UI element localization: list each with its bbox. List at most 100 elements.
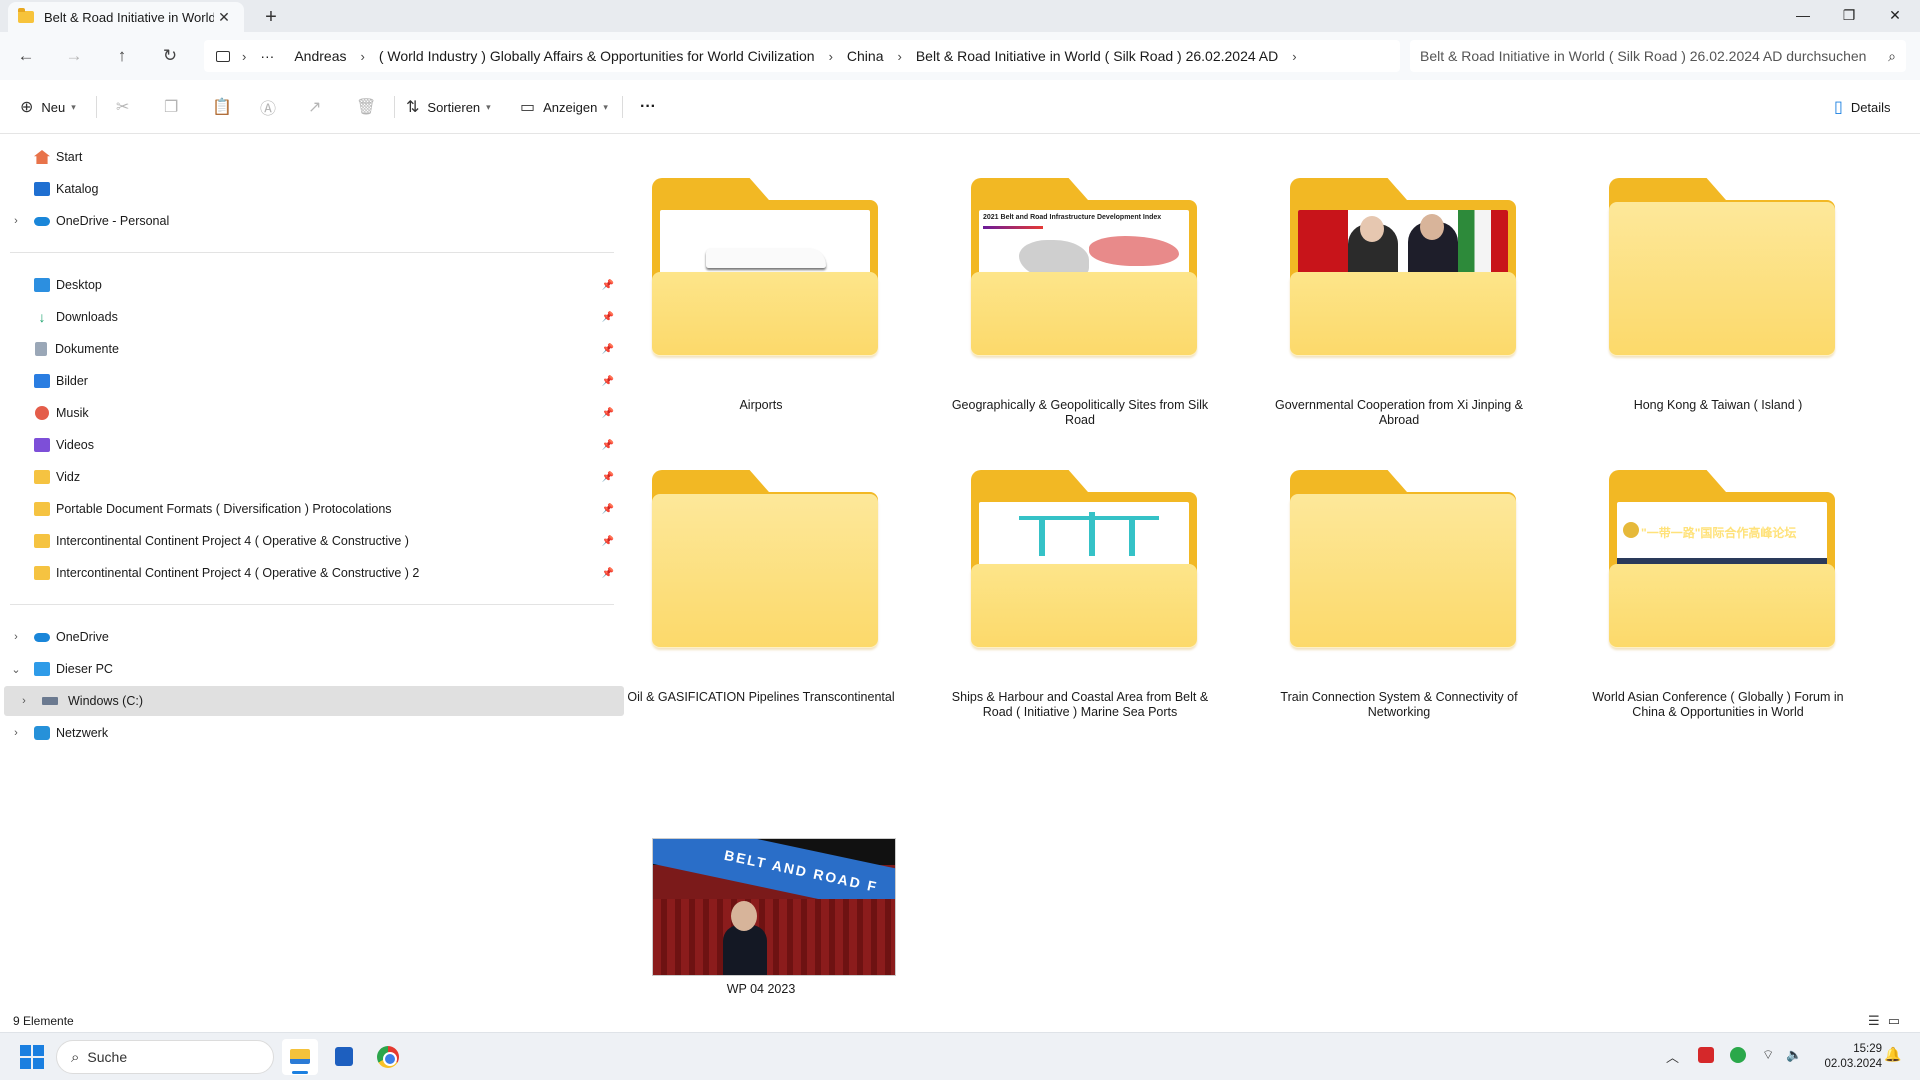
pin-icon[interactable]: 📌	[602, 504, 614, 515]
sidebar-item-project-4-2[interactable]: Intercontinental Continent Project 4 ( O…	[0, 558, 624, 588]
pin-icon[interactable]: 📌	[602, 312, 614, 323]
folder-label: World Asian Conference ( Globally ) Foru…	[1592, 690, 1844, 719]
notification-icon[interactable]: 🔔	[1884, 1046, 1901, 1063]
share-button[interactable]: ↗	[308, 93, 329, 121]
more-options-button[interactable]: ···	[640, 93, 656, 121]
clock[interactable]: 15:29 02.03.2024	[1812, 1042, 1882, 1072]
breadcrumb-more[interactable]: ···	[250, 48, 284, 64]
list-view-icon[interactable]: ☰	[1868, 1013, 1888, 1028]
maximize-button[interactable]: ❐	[1826, 0, 1872, 32]
sidebar-item-label: Vidz	[56, 470, 81, 484]
sidebar-item-downloads[interactable]: ↓ Downloads 📌	[0, 302, 624, 332]
taskbar-chrome[interactable]	[370, 1039, 406, 1075]
chevron-right-icon[interactable]: ›	[8, 631, 24, 643]
view-label: Anzeigen	[543, 99, 598, 115]
sidebar-item-vidz[interactable]: Vidz 📌	[0, 462, 624, 492]
details-button[interactable]: ▯ Details	[1834, 93, 1891, 121]
breadcrumb-item[interactable]: ( World Industry ) Globally Affairs & Op…	[369, 48, 825, 64]
copy-button[interactable]: ❐	[164, 93, 186, 121]
rename-button[interactable]: Ⓐ	[260, 93, 284, 121]
chevron-down-icon[interactable]: ⌄	[8, 663, 24, 676]
delete-button[interactable]: 🗑	[356, 93, 384, 121]
pin-icon[interactable]: 📌	[602, 280, 614, 291]
tray-security-icon[interactable]	[1730, 1047, 1746, 1063]
close-window-button[interactable]: ✕	[1872, 0, 1918, 32]
volume-icon[interactable]: 🔈	[1786, 1047, 1802, 1063]
taskbar-search[interactable]: ⌕ Suche	[56, 1040, 274, 1074]
pin-icon[interactable]: 📌	[602, 568, 614, 579]
minimize-button[interactable]: —	[1780, 0, 1826, 32]
back-button[interactable]: ←	[10, 42, 42, 70]
address-bar[interactable]: › ··· Andreas › ( World Industry ) Globa…	[204, 40, 1400, 72]
image-file-wp-04-2023[interactable]: BELT AND ROAD F WP 04 2023	[626, 838, 896, 998]
sidebar-item-videos[interactable]: Videos 📌	[0, 430, 624, 460]
folder-ships-harbour[interactable]: Ships & Harbour and Coastal Area from Be…	[945, 460, 1215, 720]
cut-button[interactable]: ✂	[116, 93, 137, 121]
sidebar-item-documents[interactable]: Dokumente 📌	[0, 334, 624, 364]
forward-button[interactable]: →	[58, 42, 90, 70]
chevron-right-icon[interactable]: ›	[16, 695, 32, 707]
pin-icon[interactable]: 📌	[602, 408, 614, 419]
folder-governmental-cooperation[interactable]: Governmental Cooperation from Xi Jinping…	[1264, 168, 1534, 428]
sidebar-item-onedrive-personal[interactable]: › OneDrive - Personal	[0, 206, 624, 236]
tab-close-icon[interactable]: ✕	[214, 9, 234, 26]
breadcrumb-item[interactable]: Belt & Road Initiative in World ( Silk R…	[906, 48, 1288, 64]
image-thumbnail: BELT AND ROAD F	[652, 838, 896, 976]
pin-icon[interactable]: 📌	[602, 344, 614, 355]
folder-train-connection[interactable]: Train Connection System & Connectivity o…	[1264, 460, 1534, 720]
folder-geographically-sites[interactable]: 2021 Belt and Road Infrastructure Develo…	[945, 168, 1215, 428]
breadcrumb-separator[interactable]: ›	[825, 49, 837, 64]
wifi-icon[interactable]: ⌔	[1762, 1047, 1774, 1063]
sort-button[interactable]: ⇅ Sortieren ▾	[406, 93, 491, 121]
sidebar-item-onedrive[interactable]: › OneDrive	[0, 622, 624, 652]
sidebar-item-start[interactable]: Start	[0, 142, 624, 172]
breadcrumb-item[interactable]: China	[837, 48, 894, 64]
pin-icon[interactable]: 📌	[602, 536, 614, 547]
tab-belt-road[interactable]: Belt & Road Initiative in World ✕	[8, 2, 244, 32]
sidebar-item-project-4[interactable]: Intercontinental Continent Project 4 ( O…	[0, 526, 624, 556]
tile-view-icon[interactable]: ▭	[1888, 1013, 1908, 1028]
new-button[interactable]: ⊕ Neu ▾	[20, 93, 76, 121]
cloud-icon	[34, 216, 50, 226]
chevron-right-icon[interactable]: ›	[8, 215, 24, 227]
sidebar-item-pictures[interactable]: Bilder 📌	[0, 366, 624, 396]
view-toggle[interactable]: ☰▭	[1868, 1013, 1908, 1029]
taskbar-search-label: Suche	[87, 1049, 128, 1065]
up-button[interactable]: ↑	[106, 42, 138, 70]
taskbar-store[interactable]	[326, 1039, 362, 1075]
sidebar-item-music[interactable]: Musik 📌	[0, 398, 624, 428]
breadcrumb-separator[interactable]: ›	[894, 49, 906, 64]
breadcrumb-separator[interactable]: ›	[1288, 49, 1300, 64]
chevron-up-icon[interactable]: ︿	[1666, 1047, 1679, 1066]
pin-icon[interactable]: 📌	[602, 376, 614, 387]
sidebar-item-desktop[interactable]: Desktop 📌	[0, 270, 624, 300]
sidebar-item-network[interactable]: › Netzwerk	[0, 718, 624, 748]
new-tab-button[interactable]: +	[258, 4, 284, 30]
pin-icon[interactable]: 📌	[602, 472, 614, 483]
folder-oil-gasification[interactable]: Oil & GASIFICATION Pipelines Transcontin…	[626, 460, 896, 720]
taskbar-file-explorer[interactable]	[282, 1039, 318, 1075]
start-button[interactable]	[20, 1045, 44, 1069]
breadcrumb-item[interactable]: Andreas	[284, 48, 356, 64]
gallery-icon	[34, 182, 50, 196]
refresh-button[interactable]: ↻	[154, 42, 186, 70]
sidebar-item-this-pc[interactable]: ⌄ Dieser PC	[0, 654, 624, 684]
sidebar-item-gallery[interactable]: Katalog	[0, 174, 624, 204]
folder-icon	[1290, 178, 1516, 356]
sidebar-item-label: Videos	[56, 438, 94, 452]
folder-airports[interactable]: Airports	[626, 168, 896, 428]
pin-icon[interactable]: 📌	[602, 440, 614, 451]
folder-hong-kong-taiwan[interactable]: Hong Kong & Taiwan ( Island )	[1583, 168, 1853, 428]
breadcrumb-separator[interactable]: ›	[357, 49, 369, 64]
sidebar-item-windows-c[interactable]: › Windows (C:)	[4, 686, 624, 716]
folder-icon	[971, 470, 1197, 648]
folder-world-asian-conference[interactable]: "一带一路"国际合作高峰论坛 World Asian Conference ( …	[1583, 460, 1853, 720]
chevron-right-icon[interactable]: ›	[8, 727, 24, 739]
view-button[interactable]: ▭ Anzeigen ▾	[520, 93, 608, 121]
search-input[interactable]: Belt & Road Initiative in World ( Silk R…	[1410, 40, 1906, 72]
paste-button[interactable]: 📋	[212, 93, 240, 121]
folder-icon: "一带一路"国际合作高峰论坛	[1609, 470, 1835, 648]
sidebar-item-pdf-folder[interactable]: Portable Document Formats ( Diversificat…	[0, 494, 624, 524]
tray-app-icon[interactable]	[1698, 1047, 1714, 1063]
sidebar-item-label: Katalog	[56, 182, 99, 196]
